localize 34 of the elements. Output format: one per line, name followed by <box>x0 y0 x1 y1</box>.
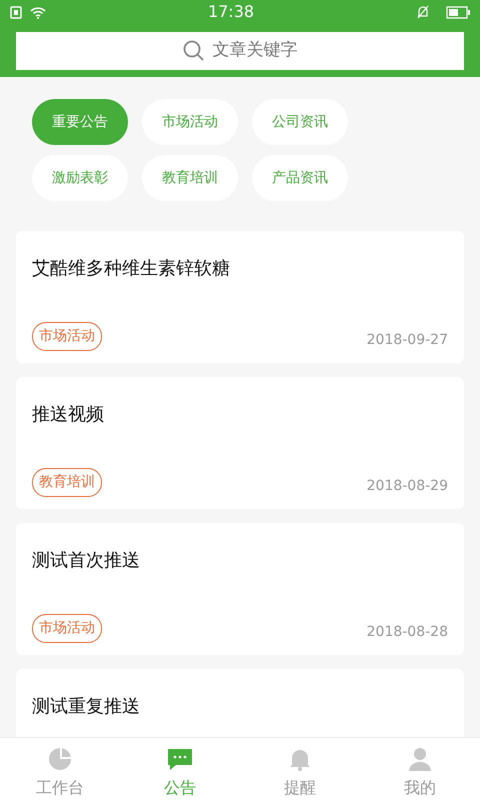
article-date: 2018-09-27 <box>366 331 448 350</box>
category-chip[interactable]: 重要公告 <box>32 99 128 145</box>
tab-bar-item[interactable]: 我的 <box>360 738 480 800</box>
article-title: 测试首次推送 <box>32 549 141 573</box>
article-date: 2018-08-28 <box>366 623 448 642</box>
article-title: 测试重复推送 <box>32 695 141 719</box>
pie-chart-icon <box>46 746 74 772</box>
category-chip[interactable]: 公司资讯 <box>252 99 348 145</box>
muted-bell-icon <box>416 5 430 19</box>
category-tag: 市场活动 <box>32 614 102 643</box>
article-title: 推送视频 <box>32 403 105 427</box>
tab-bar-item[interactable]: 工作台 <box>0 738 120 800</box>
tab-bar-item[interactable]: 公告 <box>120 738 240 800</box>
status-time: 17:38 <box>208 1 254 23</box>
search-icon <box>182 40 204 62</box>
wifi-icon <box>30 6 46 18</box>
category-chip[interactable]: 激励表彰 <box>32 155 128 201</box>
category-chip[interactable]: 产品资讯 <box>252 155 348 201</box>
article-card[interactable]: 推送视频 教育培训 2018-08-29 <box>16 377 464 509</box>
article-date: 2018-08-29 <box>366 477 448 496</box>
category-chip[interactable]: 教育培训 <box>142 155 238 201</box>
chat-icon <box>166 746 194 772</box>
article-title: 艾酷维多种维生素锌软糖 <box>32 257 231 281</box>
category-tag: 教育培训 <box>32 468 102 497</box>
category-chip[interactable]: 市场活动 <box>142 99 238 145</box>
tab-bar-item[interactable]: 提醒 <box>240 738 360 800</box>
article-card[interactable]: 测试首次推送 市场活动 2018-08-28 <box>16 523 464 655</box>
battery-icon <box>446 6 470 18</box>
person-icon <box>406 746 434 772</box>
article-card[interactable]: 艾酷维多种维生素锌软糖 市场活动 2018-09-27 <box>16 231 464 363</box>
article-card[interactable]: 测试重复推送 <box>16 669 464 737</box>
search-field[interactable]: 文章关键字 <box>16 32 464 70</box>
category-tag: 市场活动 <box>32 322 102 351</box>
sim-icon <box>10 6 22 18</box>
